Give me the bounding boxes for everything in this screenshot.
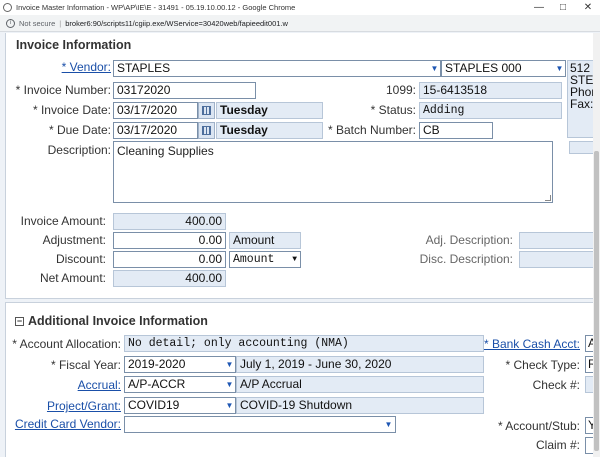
bank-cash-acct-label[interactable]: * Bank Cash Acct:: [484, 337, 580, 351]
status-field: Adding: [419, 102, 562, 119]
claim-number-label: Claim #:: [535, 438, 580, 452]
fiscal-year-dropdown-icon[interactable]: ▼: [224, 357, 235, 372]
accrual-dropdown-icon[interactable]: ▼: [224, 377, 235, 392]
invoice-day-field: Tuesday: [216, 102, 323, 119]
account-stub-field[interactable]: Y: [585, 417, 593, 434]
account-stub-label: * Account/Stub:: [497, 419, 580, 433]
due-date-field[interactable]: 03/17/2020: [113, 122, 198, 139]
additional-info-title[interactable]: − Additional Invoice Information: [15, 314, 208, 328]
maximize-icon[interactable]: □: [551, 0, 575, 15]
vendor-label[interactable]: * Vendor:: [62, 60, 111, 74]
calendar-icon: [202, 106, 211, 115]
discount-label: Discount:: [55, 252, 106, 266]
accrual-label[interactable]: Accrual:: [78, 378, 121, 392]
check-type-field[interactable]: R: [585, 356, 593, 373]
project-grant-label[interactable]: Project/Grant:: [47, 399, 121, 413]
vertical-scrollbar[interactable]: [593, 33, 600, 457]
disc-description-label: Disc. Description:: [419, 252, 513, 266]
vendor-extra-field: [569, 141, 593, 154]
window-title-bar: Invoice Master Information - WP\AP\IE\E …: [0, 0, 600, 15]
credit-card-vendor-dropdown-icon[interactable]: ▼: [383, 417, 394, 432]
due-date-label: * Due Date:: [48, 123, 111, 137]
check-number-label: Check #:: [532, 378, 580, 392]
discount-type-value: Amount: [233, 253, 275, 266]
batch-number-label: * Batch Number:: [327, 123, 416, 137]
scrollbar-thumb[interactable]: [594, 151, 599, 451]
fiscal-year-label: * Fiscal Year:: [50, 358, 121, 372]
claim-number-field[interactable]: [585, 437, 593, 454]
vendor-address-box: 512 STEV Phon Fax:: [567, 60, 593, 138]
net-amount-field: 400.00: [113, 270, 226, 287]
account-allocation-field: No detail; only accounting (NMA): [124, 335, 484, 352]
accrual-field[interactable]: A/P-ACCR: [124, 376, 236, 393]
vendor-location-dropdown-icon[interactable]: ▼: [554, 61, 565, 76]
disc-description-field: [519, 251, 593, 268]
adj-description-label: Adj. Description:: [425, 233, 513, 247]
invoice-number-field[interactable]: 03172020: [113, 82, 256, 99]
credit-card-vendor-field[interactable]: [124, 416, 396, 433]
close-icon[interactable]: ✕: [576, 0, 600, 15]
description-label: Description:: [47, 143, 111, 157]
vendor-dropdown-icon[interactable]: ▼: [429, 61, 440, 76]
due-date-calendar-button[interactable]: [198, 122, 215, 139]
address-separator: |: [59, 18, 62, 28]
fiscal-year-field[interactable]: 2019-2020: [124, 356, 236, 373]
vendor-location-field[interactable]: STAPLES 000: [441, 60, 566, 77]
calendar-icon: [202, 126, 211, 135]
discount-field[interactable]: 0.00: [113, 251, 226, 268]
adjustment-label: Adjustment:: [42, 233, 106, 247]
vendor-fax-label: Fax:: [570, 97, 593, 111]
page-content: Invoice Information * Vendor: STAPLES ▼ …: [0, 33, 593, 457]
check-type-label: * Check Type:: [505, 358, 580, 372]
chrome-app-icon: [3, 3, 12, 12]
form-1099-field: 15-6413518: [419, 82, 562, 99]
check-number-field: [585, 376, 593, 393]
adj-description-field: [519, 232, 593, 249]
credit-card-vendor-label[interactable]: Credit Card Vendor:: [15, 417, 121, 431]
description-textarea[interactable]: Cleaning Supplies: [113, 141, 553, 203]
form-1099-label: 1099:: [385, 83, 416, 97]
account-allocation-label: * Account Allocation:: [12, 337, 121, 351]
window-title: Invoice Master Information - WP\AP\IE\E …: [16, 3, 296, 12]
collapse-toggle-icon[interactable]: −: [15, 317, 24, 326]
due-day-field: Tuesday: [216, 122, 323, 139]
address-bar[interactable]: i Not secure | broker6:90/scripts11/cgii…: [0, 15, 600, 32]
vendor-name-field[interactable]: STAPLES: [113, 60, 441, 77]
adjustment-field[interactable]: 0.00: [113, 232, 226, 249]
project-grant-field[interactable]: COVID19: [124, 397, 236, 414]
accrual-description: A/P Accrual: [236, 376, 484, 393]
fiscal-year-description: July 1, 2019 - June 30, 2020: [236, 356, 484, 373]
security-label: Not secure: [19, 18, 56, 28]
description-text: Cleaning Supplies: [117, 144, 214, 158]
adjustment-type-field: Amount: [229, 232, 301, 249]
resize-grip-icon[interactable]: [545, 195, 551, 201]
invoice-date-field[interactable]: 03/17/2020: [113, 102, 198, 119]
batch-number-field[interactable]: CB: [419, 122, 493, 139]
invoice-information-title: Invoice Information: [16, 38, 132, 52]
url-text[interactable]: broker6:90/scripts11/cgiip.exe/WService=…: [65, 19, 288, 28]
status-label: * Status:: [370, 103, 416, 117]
additional-info-title-text: Additional Invoice Information: [28, 314, 208, 328]
invoice-date-calendar-button[interactable]: [198, 102, 215, 119]
minimize-icon[interactable]: —: [527, 0, 551, 15]
project-grant-description: COVID-19 Shutdown: [236, 397, 484, 414]
project-grant-dropdown-icon[interactable]: ▼: [224, 398, 235, 413]
net-amount-label: Net Amount:: [39, 271, 106, 285]
invoice-amount-label: Invoice Amount:: [20, 214, 106, 228]
info-icon[interactable]: i: [6, 18, 15, 28]
discount-type-select[interactable]: Amount ▼: [229, 251, 301, 268]
invoice-amount-field: 400.00: [113, 213, 226, 230]
invoice-number-label: * Invoice Number:: [15, 83, 111, 97]
chevron-down-icon: ▼: [292, 255, 297, 264]
invoice-date-label: * Invoice Date:: [32, 103, 111, 117]
bank-cash-acct-field[interactable]: A: [585, 335, 593, 352]
